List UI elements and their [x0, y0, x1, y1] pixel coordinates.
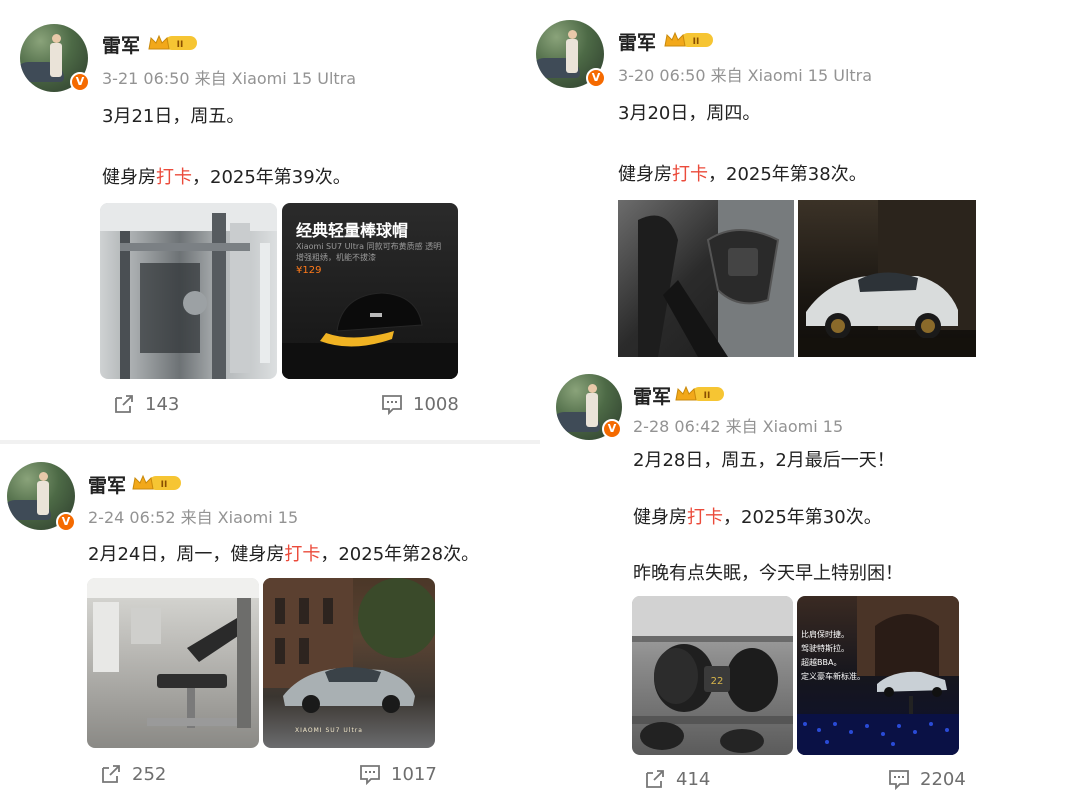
username[interactable]: 雷军 [633, 382, 671, 409]
svg-text:II: II [177, 40, 184, 50]
weibo-post: V 雷军 II 2-24 06:52 来自 Xiaomi 15 2月24日，周一… [0, 444, 540, 803]
post-text-line: 3月21日，周五。 [102, 106, 245, 127]
post-meta: 3-20 06:50 来自 Xiaomi 15 Ultra [618, 66, 873, 85]
avatar-person [37, 472, 49, 516]
post-text-line: 2月28日，周五，2月最后一天！ [633, 450, 895, 471]
post-image-car[interactable] [798, 200, 976, 357]
share-arrow-icon [115, 395, 133, 413]
post-meta: 2-24 06:52 来自 Xiaomi 15 [88, 508, 299, 527]
post-meta: 3-21 06:50 来自 Xiaomi 15 Ultra [102, 69, 357, 88]
checkin-hashtag[interactable]: 打卡 [687, 507, 723, 528]
comment-bubble-icon [382, 395, 402, 415]
svg-text:II: II [161, 480, 168, 490]
avatar-person [566, 30, 578, 74]
avatar-person [586, 384, 598, 428]
crown-level-icon: II [675, 385, 724, 401]
username[interactable]: 雷军 [102, 31, 140, 58]
post-image-gym[interactable] [87, 578, 259, 748]
post-image-elliptical[interactable] [618, 200, 794, 357]
image-caption: XIAOMI SU7 Ultra [295, 727, 363, 734]
comment-bubble-icon [889, 770, 909, 790]
post-text-line: 昨晚有点失眠，今天早上特别困！ [633, 563, 903, 584]
comment-button[interactable]: 1008 [381, 393, 459, 415]
post-image-cap-ad[interactable]: 经典轻量棒球帽 Xiaomi SU7 Ultra 同款可布黄质感 透明增强粗绣，… [282, 203, 458, 379]
checkin-hashtag[interactable]: 打卡 [672, 164, 708, 185]
repost-button[interactable]: 143 [113, 393, 179, 415]
post-text-line: 健身房打卡，2025年第38次。 [618, 164, 867, 185]
share-arrow-icon [102, 765, 120, 783]
weibo-post: V 雷军 II 3-21 06:50 来自 Xiaomi 15 Ultra 3月… [0, 0, 540, 440]
verified-badge-icon: V [70, 72, 90, 92]
svg-text:II: II [693, 37, 700, 47]
weibo-post: V 雷军 II 2-28 06:42 来自 Xiaomi 15 2月28日，周五… [540, 370, 1080, 803]
repost-button[interactable]: 252 [100, 763, 166, 785]
crown-level-icon: II [148, 34, 197, 50]
crown-level-icon: II [664, 31, 713, 47]
comment-count: 1017 [391, 763, 437, 785]
post-image-gym[interactable] [100, 203, 277, 379]
post-image-launch-event[interactable]: 比肩保时捷。 驾驶特斯拉。 超越BBA。 定义豪车新标准。 [797, 596, 959, 755]
comment-button[interactable]: 2204 [888, 768, 966, 790]
verified-badge-icon: V [602, 419, 622, 439]
post-text-line: 健身房打卡，2025年第30次。 [633, 507, 882, 528]
post-text-line: 3月20日，周四。 [618, 103, 761, 124]
comment-button[interactable]: 1017 [359, 763, 437, 785]
post-image-car[interactable]: XIAOMI SU7 Ultra [263, 578, 435, 748]
avatar-person [50, 34, 62, 78]
post-meta: 2-28 06:42 来自 Xiaomi 15 [633, 417, 844, 436]
weibo-post: V 雷军 II 3-20 06:50 来自 Xiaomi 15 Ultra 3月… [536, 0, 1080, 370]
repost-count: 143 [145, 393, 180, 415]
comment-bubble-icon [360, 765, 380, 785]
repost-button[interactable]: 414 [644, 768, 710, 790]
verified-badge-icon: V [56, 512, 76, 532]
checkin-hashtag[interactable]: 打卡 [156, 167, 192, 188]
svg-text:II: II [704, 391, 711, 401]
repost-count: 414 [676, 768, 711, 790]
crown-level-icon: II [132, 474, 181, 490]
checkin-hashtag[interactable]: 打卡 [284, 544, 320, 565]
repost-count: 252 [132, 763, 167, 785]
svg-text:22: 22 [711, 676, 724, 687]
verified-badge-icon: V [586, 68, 606, 88]
share-arrow-icon [646, 770, 664, 788]
comment-count: 1008 [413, 393, 459, 415]
slide-text: 比肩保时捷。 驾驶特斯拉。 超越BBA。 定义豪车新标准。 [801, 630, 865, 681]
username[interactable]: 雷军 [88, 471, 126, 498]
comment-count: 2204 [920, 768, 966, 790]
post-text-line: 2月24日，周一，健身房打卡，2025年第28次。 [88, 544, 480, 565]
post-image-dumbbells[interactable]: 22 [632, 596, 793, 755]
post-text-line: 健身房打卡，2025年第39次。 [102, 167, 351, 188]
username[interactable]: 雷军 [618, 28, 656, 55]
